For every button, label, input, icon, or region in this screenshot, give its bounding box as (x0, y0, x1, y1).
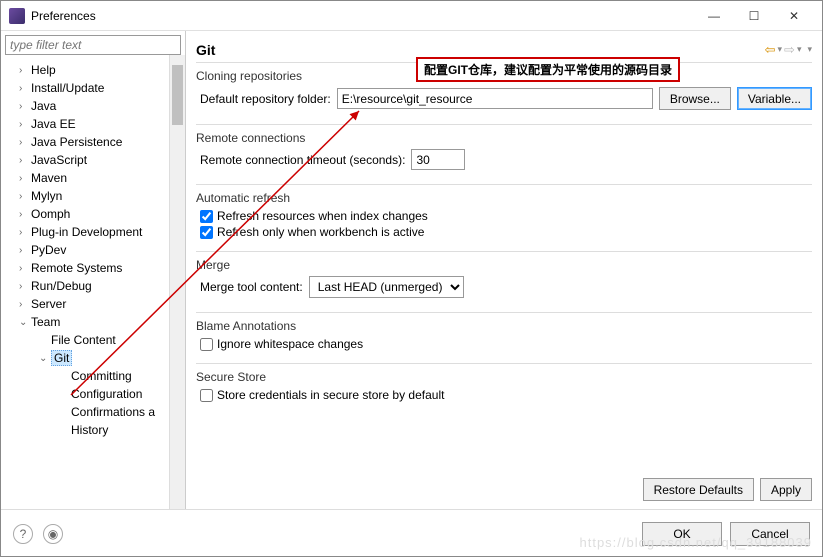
tree-item-javascript[interactable]: ›JavaScript (1, 151, 185, 169)
secure-store-checkbox[interactable] (200, 389, 213, 402)
record-icon[interactable]: ◉ (43, 524, 63, 544)
tree-item-install-update[interactable]: ›Install/Update (1, 79, 185, 97)
tree-scrollbar[interactable] (169, 55, 185, 509)
close-button[interactable]: ✕ (774, 2, 814, 30)
help-icon[interactable]: ? (13, 524, 33, 544)
tree-item-plug-in-development[interactable]: ›Plug-in Development (1, 223, 185, 241)
nav-arrows[interactable]: ⇦▾ ⇨▾ ▾ (765, 42, 812, 58)
tree-item-java-persistence[interactable]: ›Java Persistence (1, 133, 185, 151)
window-title: Preferences (31, 9, 694, 23)
remote-timeout-input[interactable] (411, 149, 465, 170)
refresh-index-checkbox[interactable] (200, 210, 213, 223)
remote-timeout-label: Remote connection timeout (seconds): (200, 153, 405, 167)
merge-tool-select[interactable]: Last HEAD (unmerged) (309, 276, 464, 298)
page-title: Git (196, 42, 765, 58)
variable-button[interactable]: Variable... (737, 87, 812, 110)
watermark: https://blog.csdn.net/qq_39188039 (580, 535, 813, 550)
apply-button[interactable]: Apply (760, 478, 812, 501)
blame-group-title: Blame Annotations (196, 319, 812, 333)
ignore-whitespace-checkbox[interactable] (200, 338, 213, 351)
restore-defaults-button[interactable]: Restore Defaults (643, 478, 754, 501)
secure-group-title: Secure Store (196, 370, 812, 384)
maximize-button[interactable]: ☐ (734, 2, 774, 30)
tree-item-confirmations-a[interactable]: Confirmations a (1, 403, 185, 421)
tree-item-pydev[interactable]: ›PyDev (1, 241, 185, 259)
tree-item-remote-systems[interactable]: ›Remote Systems (1, 259, 185, 277)
minimize-button[interactable]: — (694, 2, 734, 30)
tree-item-oomph[interactable]: ›Oomph (1, 205, 185, 223)
merge-group-title: Merge (196, 258, 812, 272)
tree-item-committing[interactable]: Committing (1, 367, 185, 385)
tree-item-configuration[interactable]: Configuration (1, 385, 185, 403)
tree-item-server[interactable]: ›Server (1, 295, 185, 313)
sidebar: ›Help›Install/Update›Java›Java EE›Java P… (1, 31, 186, 509)
refresh-workbench-checkbox[interactable] (200, 226, 213, 239)
merge-tool-label: Merge tool content: (200, 280, 303, 294)
default-repo-input[interactable] (337, 88, 653, 109)
tree-item-java[interactable]: ›Java (1, 97, 185, 115)
auto-group-title: Automatic refresh (196, 191, 812, 205)
tree-item-history[interactable]: History (1, 421, 185, 439)
tree-item-run-debug[interactable]: ›Run/Debug (1, 277, 185, 295)
tree-item-team[interactable]: ⌄Team (1, 313, 185, 331)
title-bar: Preferences — ☐ ✕ (1, 1, 822, 31)
tree-item-maven[interactable]: ›Maven (1, 169, 185, 187)
preference-tree[interactable]: ›Help›Install/Update›Java›Java EE›Java P… (1, 59, 185, 509)
default-repo-label: Default repository folder: (200, 92, 331, 106)
tree-item-git[interactable]: ⌄Git (1, 349, 185, 367)
tree-item-mylyn[interactable]: ›Mylyn (1, 187, 185, 205)
ignore-whitespace-label: Ignore whitespace changes (217, 337, 363, 351)
refresh-index-label: Refresh resources when index changes (217, 209, 428, 223)
app-icon (9, 8, 25, 24)
secure-store-label: Store credentials in secure store by def… (217, 388, 444, 402)
annotation-callout: 配置GIT仓库，建议配置为平常使用的源码目录 (416, 57, 680, 82)
filter-input[interactable] (5, 35, 181, 55)
refresh-workbench-label: Refresh only when workbench is active (217, 225, 424, 239)
main-panel: Git ⇦▾ ⇨▾ ▾ Cloning repositories Default… (186, 31, 822, 509)
remote-group-title: Remote connections (196, 131, 812, 145)
browse-button[interactable]: Browse... (659, 87, 731, 110)
tree-item-file-content[interactable]: File Content (1, 331, 185, 349)
tree-item-help[interactable]: ›Help (1, 61, 185, 79)
tree-item-java-ee[interactable]: ›Java EE (1, 115, 185, 133)
